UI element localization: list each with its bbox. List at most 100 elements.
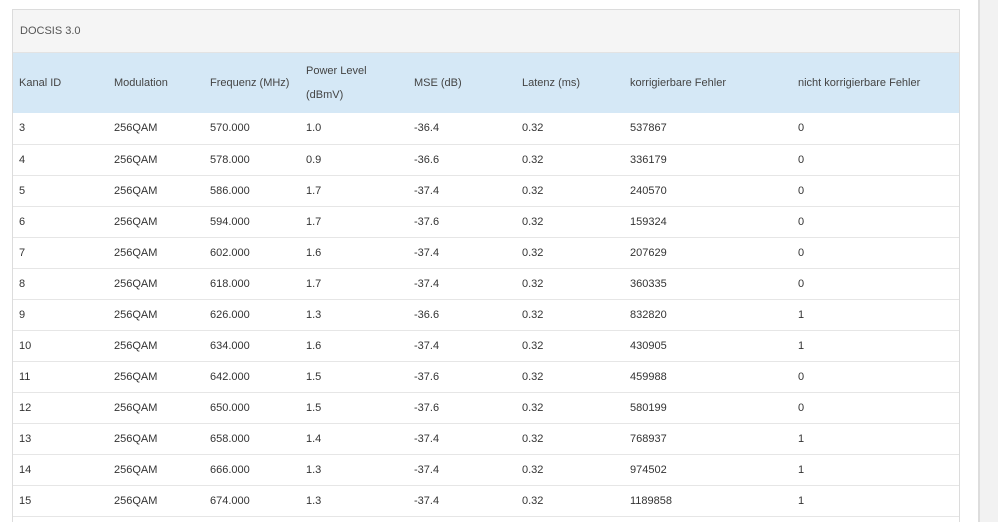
table-row: 7 256QAM 602.000 1.6 -37.4 0.32 207629 0: [13, 237, 959, 268]
cell-kanal-id: 4: [19, 153, 26, 166]
cell-mse: -36.6: [414, 308, 440, 321]
cell-power-level: 1.7: [306, 277, 322, 290]
cell-kanal-id: 6: [19, 215, 26, 228]
cell-mse: -37.4: [414, 432, 440, 445]
cell-frequenz: 618.000: [210, 277, 250, 290]
cell-modulation: 256QAM: [114, 308, 158, 321]
header-korrigierbare-fehler: korrigierbare Fehler: [630, 77, 726, 89]
cell-mse: -37.4: [414, 339, 440, 352]
cell-latenz: 0.32: [522, 463, 544, 476]
scrollbar-edge: [978, 0, 980, 522]
cell-nicht-korrigierbare-fehler: 0: [798, 370, 805, 383]
cell-nicht-korrigierbare-fehler: 1: [798, 308, 805, 321]
cell-frequenz: 634.000: [210, 339, 250, 352]
cell-korrigierbare-fehler: 430905: [630, 339, 667, 352]
cell-latenz: 0.32: [522, 122, 544, 135]
table-row: 6 256QAM 594.000 1.7 -37.6 0.32 159324 0: [13, 206, 959, 237]
cell-power-level: 1.6: [306, 246, 322, 259]
cell-frequenz: 642.000: [210, 370, 250, 383]
cell-kanal-id: 3: [19, 122, 26, 135]
table-row: 15 256QAM 674.000 1.3 -37.4 0.32 1189858 1: [13, 485, 959, 516]
cell-korrigierbare-fehler: 832820: [630, 308, 667, 321]
cell-kanal-id: 15: [19, 494, 32, 507]
cell-kanal-id: 11: [19, 370, 31, 383]
cell-latenz: 0.32: [522, 153, 544, 166]
cell-latenz: 0.32: [522, 339, 544, 352]
cell-kanal-id: 10: [19, 339, 32, 352]
cell-nicht-korrigierbare-fehler: 0: [798, 215, 805, 228]
cell-mse: -37.4: [414, 246, 440, 259]
cell-nicht-korrigierbare-fehler: 0: [798, 153, 805, 166]
cell-latenz: 0.32: [522, 277, 544, 290]
cell-modulation: 256QAM: [114, 246, 158, 259]
cell-frequenz: 658.000: [210, 432, 250, 445]
cell-nicht-korrigierbare-fehler: 0: [798, 122, 805, 135]
cell-modulation: 256QAM: [114, 215, 158, 228]
cell-nicht-korrigierbare-fehler: 0: [798, 184, 805, 197]
table-row: 3 256QAM 570.000 1.0 -36.4 0.32 537867 0: [13, 113, 959, 144]
cell-korrigierbare-fehler: 537867: [630, 122, 667, 135]
header-modulation: Modulation: [114, 77, 168, 89]
cell-mse: -36.4: [414, 122, 440, 135]
cell-kanal-id: 14: [19, 463, 32, 476]
cell-mse: -37.6: [414, 370, 440, 383]
cell-frequenz: 602.000: [210, 246, 250, 259]
cell-power-level: 1.4: [306, 432, 322, 445]
header-row: Kanal ID Modulation Frequenz (MHz) Power…: [13, 53, 959, 113]
cell-power-level: 1.3: [306, 494, 322, 507]
cell-modulation: 256QAM: [114, 184, 158, 197]
header-kanal-id: Kanal ID: [19, 77, 62, 89]
page-scrollbar[interactable]: [978, 0, 998, 522]
cell-latenz: 0.32: [522, 215, 544, 228]
cell-mse: -37.4: [414, 184, 440, 197]
cell-latenz: 0.32: [522, 401, 544, 414]
cell-korrigierbare-fehler: 336179: [630, 153, 667, 166]
cell-modulation: 256QAM: [114, 153, 158, 166]
table-row: 12 256QAM 650.000 1.5 -37.6 0.32 580199 0: [13, 392, 959, 423]
cell-nicht-korrigierbare-fehler: 0: [798, 277, 805, 290]
cell-power-level: 0.9: [306, 153, 322, 166]
cell-modulation: 256QAM: [114, 339, 158, 352]
cell-frequenz: 626.000: [210, 308, 250, 321]
header-nicht-korrigierbare-fehler: nicht korrigierbare Fehler: [798, 77, 921, 89]
cell-power-level: 1.7: [306, 184, 322, 197]
table-row: 14 256QAM 666.000 1.3 -37.4 0.32 974502 1: [13, 454, 959, 485]
table-row: 8 256QAM 618.000 1.7 -37.4 0.32 360335 0: [13, 268, 959, 299]
cell-mse: -37.4: [414, 277, 440, 290]
cell-modulation: 256QAM: [114, 370, 158, 383]
cell-nicht-korrigierbare-fehler: 1: [798, 339, 805, 352]
cell-korrigierbare-fehler: 580199: [630, 401, 667, 414]
cell-nicht-korrigierbare-fehler: 1: [798, 494, 805, 507]
cell-modulation: 256QAM: [114, 494, 158, 507]
cell-power-level: 1.7: [306, 215, 322, 228]
table-row: 10 256QAM 634.000 1.6 -37.4 0.32 430905 1: [13, 330, 959, 361]
cell-latenz: 0.32: [522, 184, 544, 197]
cell-power-level: 1.5: [306, 370, 322, 383]
cell-nicht-korrigierbare-fehler: 0: [798, 246, 805, 259]
header-latenz: Latenz (ms): [522, 77, 581, 89]
cell-power-level: 1.6: [306, 339, 322, 352]
cell-kanal-id: 9: [19, 308, 26, 321]
cell-frequenz: 594.000: [210, 215, 250, 228]
cell-frequenz: 570.000: [210, 122, 250, 135]
cell-nicht-korrigierbare-fehler: 1: [798, 463, 805, 476]
cell-mse: -36.6: [414, 153, 440, 166]
cell-power-level: 1.5: [306, 401, 322, 414]
cell-korrigierbare-fehler: 360335: [630, 277, 667, 290]
cell-korrigierbare-fehler: 974502: [630, 463, 667, 476]
cell-power-level: 1.3: [306, 308, 322, 321]
cell-mse: -37.4: [414, 494, 440, 507]
cell-korrigierbare-fehler: 207629: [630, 246, 667, 259]
table-row: 13 256QAM 658.000 1.4 -37.4 0.32 768937 1: [13, 423, 959, 454]
cell-latenz: 0.32: [522, 370, 544, 383]
cell-frequenz: 650.000: [210, 401, 250, 414]
cell-latenz: 0.32: [522, 308, 544, 321]
table-header: Kanal ID Modulation Frequenz (MHz) Power…: [13, 53, 959, 113]
cell-mse: -37.4: [414, 463, 440, 476]
cell-latenz: 0.32: [522, 246, 544, 259]
header-power-level: Power Level (dBmV): [306, 65, 367, 101]
cell-korrigierbare-fehler: 768937: [630, 432, 667, 445]
cell-kanal-id: 5: [19, 184, 26, 197]
cell-nicht-korrigierbare-fehler: 0: [798, 401, 805, 414]
cell-latenz: 0.32: [522, 494, 544, 507]
